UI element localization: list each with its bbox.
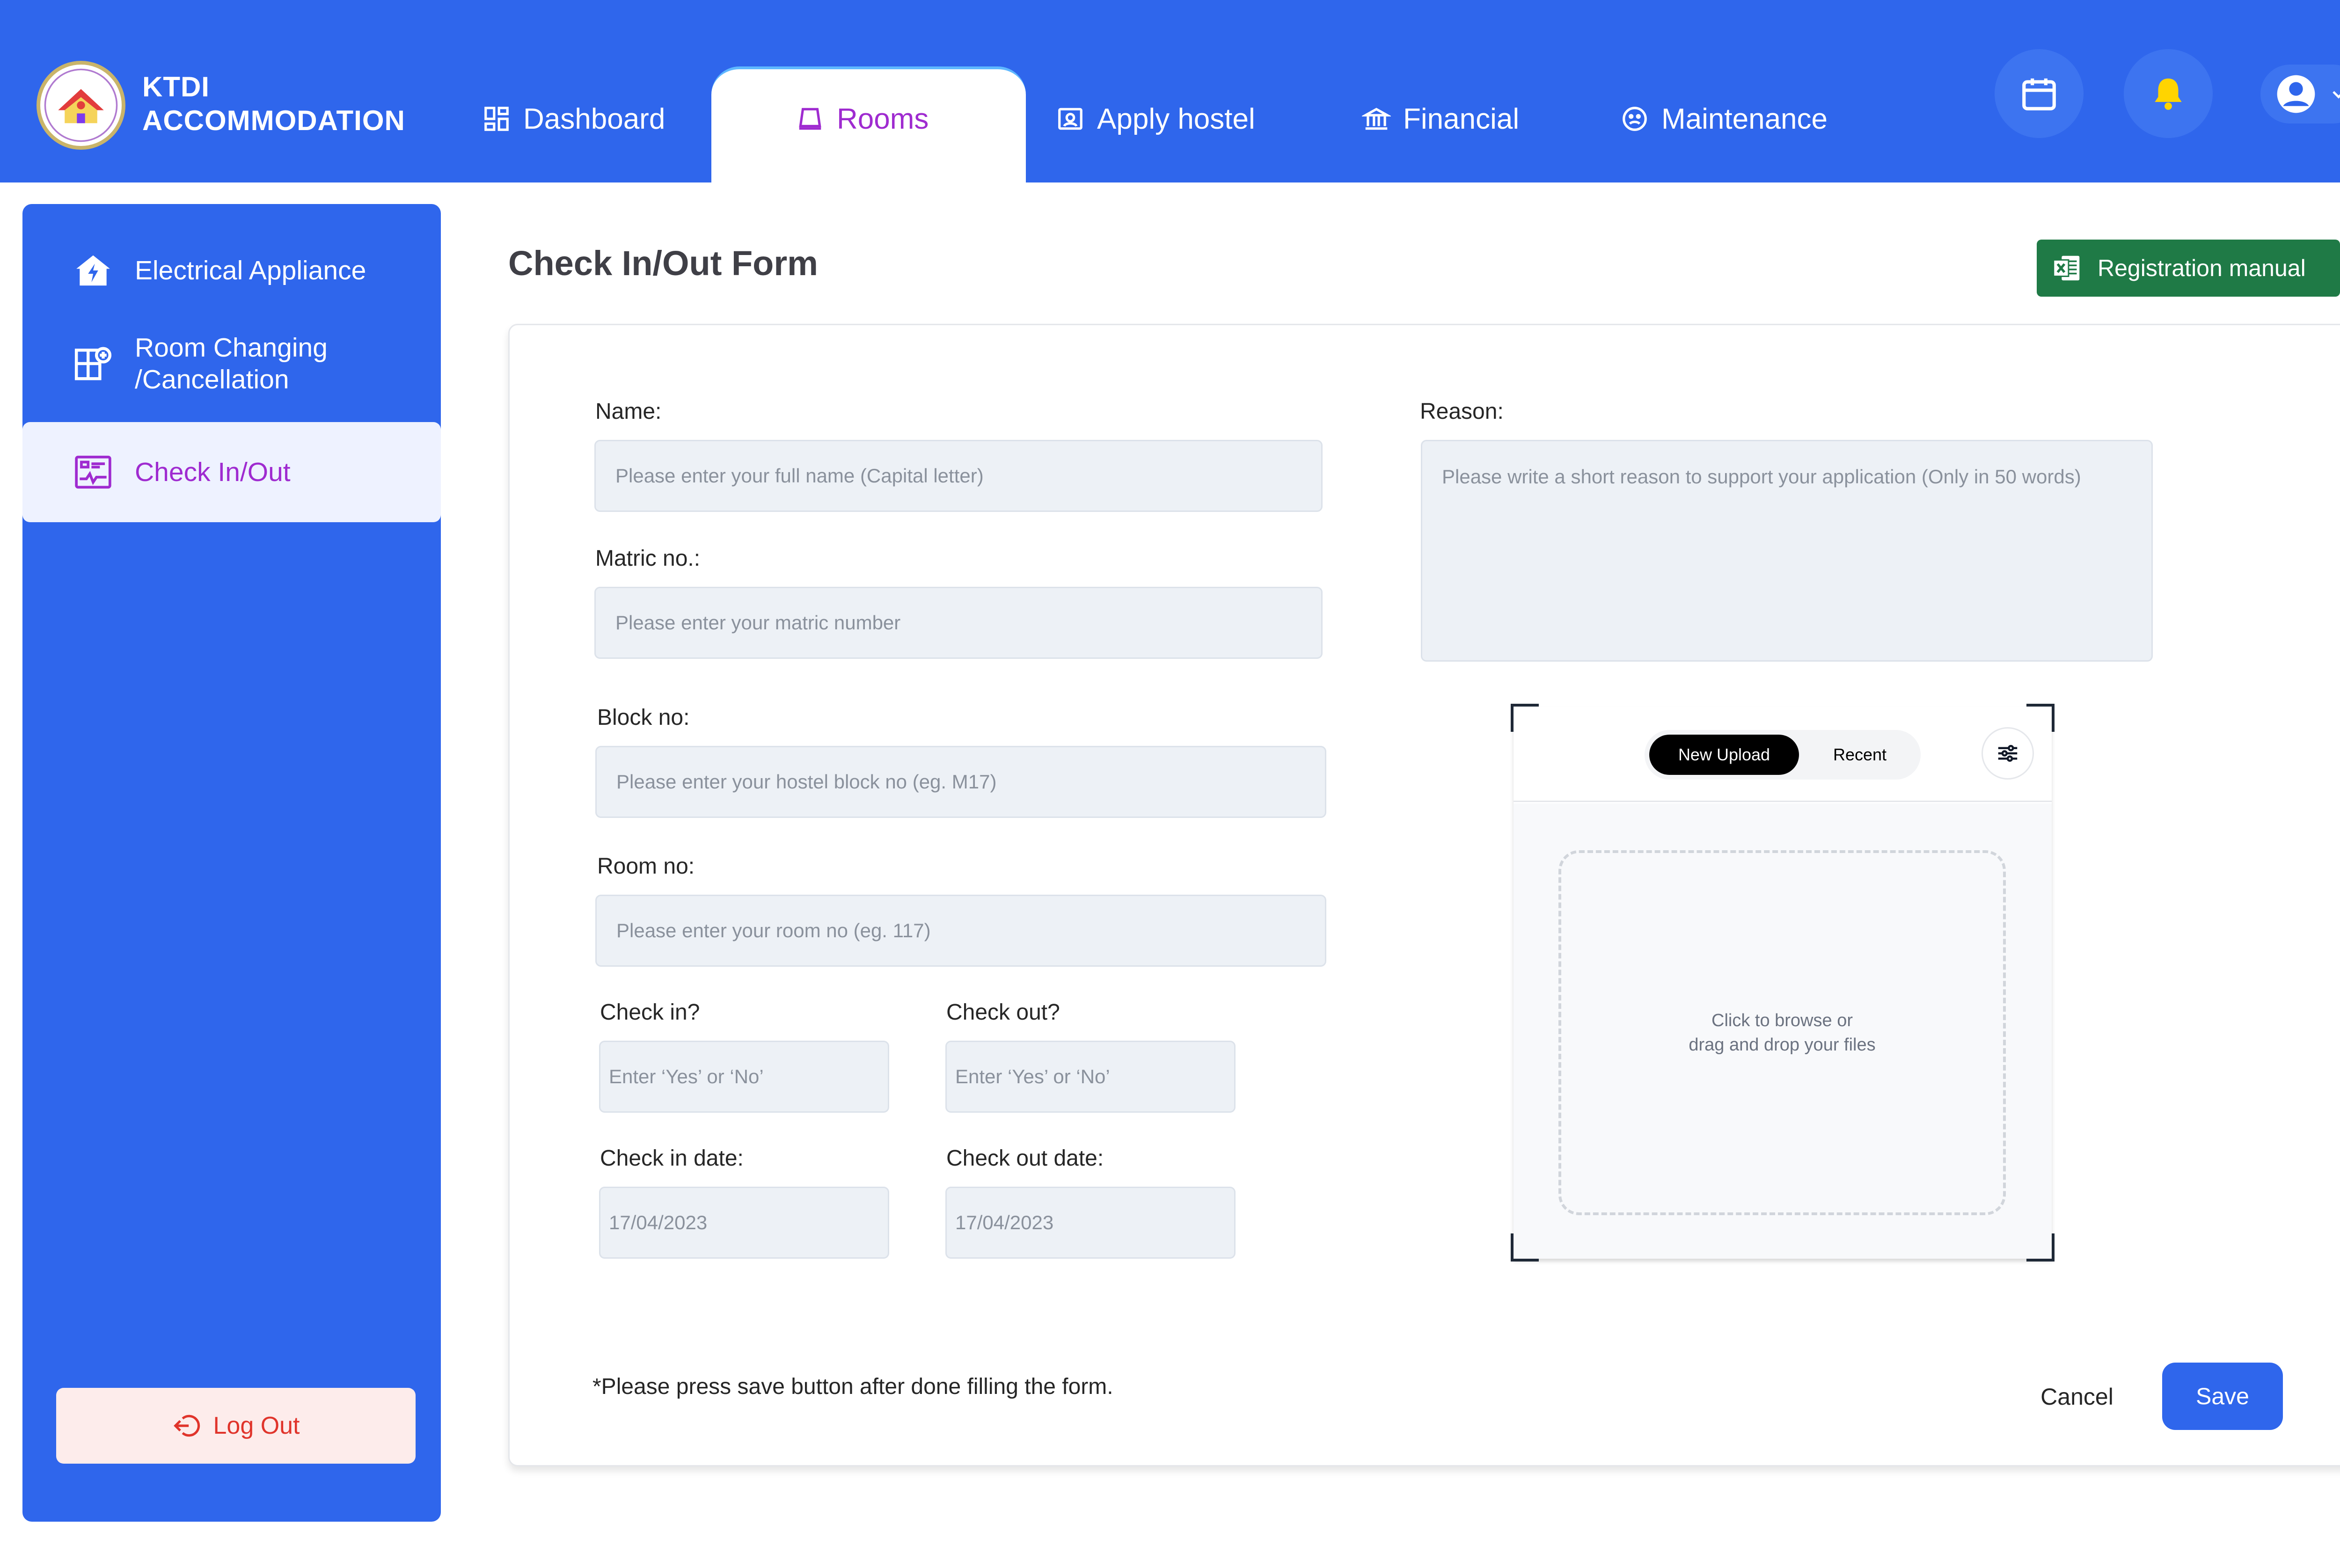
sidebar-item-electrical-appliance[interactable]: Electrical Appliance xyxy=(22,228,441,313)
check-in-input[interactable]: Enter ‘Yes’ or ‘No’ xyxy=(599,1041,889,1113)
logout-label: Log Out xyxy=(213,1412,300,1439)
calendar-button[interactable] xyxy=(1995,49,2084,138)
matric-label: Matric no.: xyxy=(595,546,701,571)
sidebar-item-label-line-1: Room Changing xyxy=(135,333,328,363)
brand-line-2: ACCOMMODATION xyxy=(142,105,405,136)
room-input[interactable]: Please enter your room no (eg. 117) xyxy=(595,895,1326,967)
bank-icon xyxy=(1362,108,1391,130)
user-menu-button[interactable] xyxy=(2260,65,2340,124)
check-in-label: Check in? xyxy=(600,1000,700,1025)
registration-manual-label: Registration manual xyxy=(2098,255,2306,281)
upload-header: New Upload Recent xyxy=(1514,707,2052,802)
check-out-date-label: Check out date: xyxy=(946,1146,1104,1171)
upload-tab-toggle: New Upload Recent xyxy=(1645,730,1921,780)
dropzone-line-2: drag and drop your files xyxy=(1689,1035,1876,1055)
reason-label: Reason: xyxy=(1420,399,1504,424)
sidebar-item-room-changing[interactable]: Room Changing /Cancellation xyxy=(22,314,441,413)
room-label: Room no: xyxy=(597,854,695,879)
room-icon xyxy=(799,108,821,130)
check-in-date-label: Check in date: xyxy=(600,1146,744,1171)
top-navigation-bar: KTDI ACCOMMODATION Dashboard Rooms Apply… xyxy=(0,0,2340,183)
calendar-icon xyxy=(2022,78,2056,110)
nav-rooms-label: Rooms xyxy=(837,102,929,135)
notifications-button[interactable] xyxy=(2124,49,2213,138)
nav-dashboard-label: Dashboard xyxy=(523,102,665,135)
reason-textarea[interactable]: Please write a short reason to support y… xyxy=(1421,440,2153,662)
nav-maintenance[interactable]: Maintenance xyxy=(1620,100,1828,138)
chevron-down-icon xyxy=(2333,91,2340,99)
form-note: *Please press save button after done fil… xyxy=(592,1374,1113,1399)
check-out-label: Check out? xyxy=(946,1000,1060,1025)
check-in-date-input[interactable]: 17/04/2023 xyxy=(599,1187,889,1259)
id-card-icon xyxy=(1058,108,1082,130)
sidebar-item-check-in-out[interactable]: Check In/Out xyxy=(22,422,441,522)
file-dropzone[interactable]: Click to browse or drag and drop your fi… xyxy=(1558,850,2006,1215)
matric-input[interactable]: Please enter your matric number xyxy=(594,587,1323,659)
sidebar-item-label: Room Changing /Cancellation xyxy=(135,332,328,395)
upload-body: Click to browse or drag and drop your fi… xyxy=(1514,803,2052,1259)
page-title: Check In/Out Form xyxy=(508,244,818,283)
sidebar-item-label: Electrical Appliance xyxy=(135,255,366,285)
sidebar: Electrical Appliance Room Changing /Canc… xyxy=(22,204,441,1522)
sidebar-item-label-line-2: /Cancellation xyxy=(135,365,289,394)
user-avatar-icon xyxy=(2277,75,2315,113)
nav-apply-hostel-label: Apply hostel xyxy=(1097,102,1255,135)
brand-line-1: KTDI xyxy=(142,71,210,102)
tab-recent[interactable]: Recent xyxy=(1804,735,1916,775)
sidebar-item-label: Check In/Out xyxy=(135,457,291,487)
name-input[interactable]: Please enter your full name (Capital let… xyxy=(594,440,1323,512)
nav-dashboard[interactable]: Dashboard xyxy=(482,100,665,138)
logout-icon xyxy=(174,1415,200,1437)
nav-financial-label: Financial xyxy=(1403,102,1520,135)
nav-apply-hostel[interactable]: Apply hostel xyxy=(1056,100,1255,138)
brand-title: KTDI ACCOMMODATION xyxy=(142,70,405,138)
checkin-board-icon xyxy=(75,455,111,489)
logout-button[interactable]: Log Out xyxy=(56,1388,416,1464)
block-input[interactable]: Please enter your hostel block no (eg. M… xyxy=(595,746,1326,818)
sliders-icon xyxy=(1998,745,2018,762)
upload-settings-button[interactable] xyxy=(1982,727,2034,780)
block-label: Block no: xyxy=(597,705,690,730)
dropzone-text: Click to browse or drag and drop your fi… xyxy=(1689,1008,1875,1057)
tab-new-upload[interactable]: New Upload xyxy=(1649,735,1799,775)
check-out-date-input[interactable]: 17/04/2023 xyxy=(945,1187,1236,1259)
nav-rooms[interactable]: Rooms xyxy=(796,100,929,138)
dropzone-line-1: Click to browse or xyxy=(1711,1011,1853,1030)
cancel-button[interactable]: Cancel xyxy=(2026,1376,2128,1418)
name-label: Name: xyxy=(595,399,662,424)
bell-icon xyxy=(2155,78,2182,110)
ktdi-crest-icon xyxy=(37,61,125,150)
nav-maintenance-label: Maintenance xyxy=(1661,102,1828,135)
registration-manual-button[interactable]: Registration manual xyxy=(2037,240,2340,297)
save-button[interactable]: Save xyxy=(2162,1363,2283,1430)
excel-file-icon xyxy=(2053,255,2080,281)
electrical-house-icon xyxy=(76,255,110,286)
nav-financial[interactable]: Financial xyxy=(1362,100,1519,138)
dashboard-grid-icon xyxy=(484,107,509,131)
check-out-input[interactable]: Enter ‘Yes’ or ‘No’ xyxy=(945,1041,1236,1113)
sad-face-icon xyxy=(1623,107,1647,131)
room-change-icon xyxy=(74,347,112,380)
file-upload-widget: New Upload Recent Click to browse or dra… xyxy=(1511,704,2055,1262)
